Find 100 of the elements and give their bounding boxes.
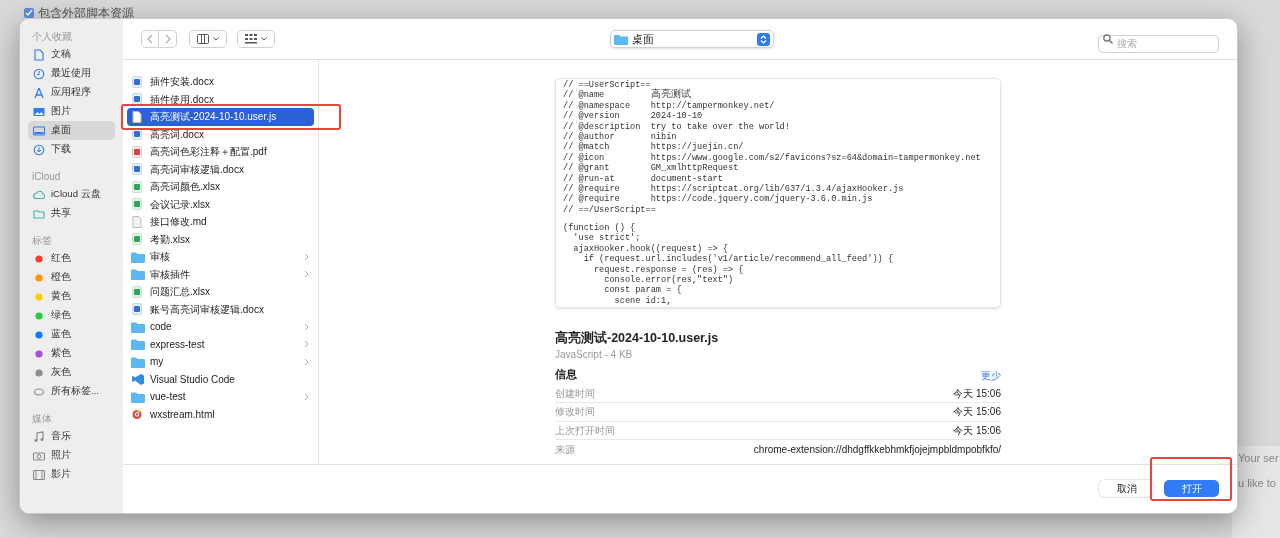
sidebar-item[interactable]: 所有标签...	[28, 382, 115, 401]
file-row[interactable]: 高亮词色彩注释＋配置.pdf	[127, 143, 314, 161]
tags-icon	[33, 385, 45, 398]
sidebar-item[interactable]: 最近使用	[28, 64, 115, 83]
info-value: 今天 15:06	[953, 386, 1001, 401]
info-value: 今天 15:06	[953, 423, 1001, 438]
section-heading: 媒体	[31, 412, 53, 426]
file-row[interactable]: 考勤.xlsx	[127, 230, 314, 248]
clock-icon	[33, 67, 45, 80]
sidebar-item[interactable]: 共享	[28, 204, 115, 223]
folder-icon	[131, 355, 145, 368]
file-row[interactable]: 高亮测试-2024-10-10.user.js	[127, 108, 314, 126]
back-button[interactable]	[141, 30, 159, 48]
chevron-right-icon	[164, 34, 171, 44]
cloud-icon	[33, 188, 45, 201]
file-row[interactable]: 会议记录.xlsx	[127, 195, 314, 213]
file-row[interactable]: 高亮词颜色.xlsx	[127, 178, 314, 196]
sidebar-item[interactable]: 黄色	[28, 287, 115, 306]
file-row[interactable]: code	[127, 318, 314, 336]
sidebar-item[interactable]: 照片	[28, 446, 115, 465]
info-label: 创建时间	[555, 386, 595, 401]
columns-icon	[197, 34, 209, 44]
code-line: ajaxHooker.hook((request) => {	[572, 243, 730, 254]
tag-dot-icon	[33, 328, 45, 341]
file-name: 高亮测试-2024-10-10.user.js	[555, 330, 720, 346]
file-row[interactable]: 审核	[127, 248, 314, 266]
sidebar-item[interactable]: 文稿	[28, 45, 115, 64]
location-popup[interactable]: 桌面	[609, 30, 774, 48]
group-button[interactable]	[237, 30, 275, 48]
code-line: (function () {	[563, 223, 636, 234]
checkbox[interactable]	[24, 8, 34, 18]
section-heading: 个人收藏	[31, 30, 73, 44]
file-row[interactable]: wxstream.html	[127, 405, 314, 423]
file-row[interactable]: 高亮词审核逻辑.docx	[127, 160, 314, 178]
folder-icon	[613, 33, 628, 45]
file-row[interactable]: express-test	[127, 335, 314, 353]
word-document-icon	[131, 163, 145, 176]
file-row[interactable]: 接口修改.md	[127, 213, 314, 231]
pdf-document-icon	[131, 145, 145, 158]
word-document-icon	[131, 75, 145, 88]
folder-icon	[131, 320, 145, 333]
spreadsheet-icon	[131, 285, 145, 298]
file-row[interactable]: 插件安装.docx	[127, 73, 314, 91]
file-row[interactable]: Visual Studio Code	[127, 370, 314, 388]
code-line: // @icon https://www.google.com/s2/favicons?sz=64&domain=tampermonkey.net	[563, 152, 982, 163]
tag-dot-icon	[33, 271, 45, 284]
open-button[interactable]: 打开	[1164, 479, 1219, 497]
word-document-icon	[131, 303, 145, 316]
sidebar-item[interactable]: 蓝色	[28, 325, 115, 344]
search-field[interactable]: 搜索	[1098, 34, 1219, 53]
code-line: // @version 2024-10-10	[563, 111, 704, 122]
sidebar-item[interactable]: 橙色	[28, 268, 115, 287]
film-icon	[33, 468, 45, 481]
file-row[interactable]: 插件使用.docx	[127, 90, 314, 108]
chevron-left-icon	[147, 34, 153, 44]
search-icon	[1103, 34, 1113, 44]
caret-icon	[213, 37, 219, 41]
code-line: // @require https://scriptcat.org/lib/637/1.3.4/ajaxHooker.js	[563, 183, 905, 194]
check-icon	[25, 9, 33, 17]
checkbox-label: 包含外部脚本资源	[38, 5, 134, 22]
sidebar-item[interactable]: 影片	[28, 465, 115, 484]
show-less-link[interactable]: 更少	[981, 367, 1001, 383]
tag-dot-icon	[33, 252, 45, 265]
caret-icon	[261, 37, 267, 41]
sidebar-item[interactable]: 音乐	[28, 427, 115, 446]
file-row[interactable]: 高亮词.docx	[127, 125, 314, 143]
sidebar-item[interactable]: 绿色	[28, 306, 115, 325]
file-row[interactable]: 问题汇总.xlsx	[127, 283, 314, 301]
tag-dot-icon	[33, 290, 45, 303]
file-row[interactable]: 审核插件	[127, 265, 314, 283]
sidebar-item[interactable]: 桌面	[28, 121, 115, 140]
document-icon	[131, 110, 145, 123]
file-row[interactable]: vue-test	[127, 388, 314, 406]
code-line: // ==UserScript==	[563, 80, 652, 90]
sidebar-item[interactable]: 灰色	[28, 363, 115, 382]
grid-icon	[245, 34, 257, 44]
word-document-icon	[131, 128, 145, 141]
folder-icon	[131, 250, 145, 263]
tag-dot-icon	[33, 309, 45, 322]
tag-dot-icon	[33, 347, 45, 360]
file-row[interactable]: 账号高亮词审核逻辑.docx	[127, 300, 314, 318]
background-text: u like to	[1238, 475, 1277, 491]
sidebar-item[interactable]: 紫色	[28, 344, 115, 363]
sidebar-item[interactable]: 下载	[28, 140, 115, 159]
download-icon	[33, 143, 45, 156]
folder-icon	[131, 390, 145, 403]
forward-button[interactable]	[159, 30, 177, 48]
cancel-button[interactable]: 取消	[1099, 479, 1154, 497]
file-row[interactable]: my	[127, 353, 314, 371]
music-note-icon	[33, 430, 45, 443]
sidebar-item[interactable]: 图片	[28, 102, 115, 121]
code-line: // @grant GM_xmlhttpRequest	[563, 163, 740, 174]
sidebar-item[interactable]: 红色	[28, 249, 115, 268]
shared-folder-icon	[33, 207, 45, 220]
word-document-icon	[131, 93, 145, 106]
sidebar-item[interactable]: iCloud 云盘	[28, 185, 115, 204]
view-mode-button[interactable]	[189, 30, 227, 48]
sidebar-item[interactable]: 应用程序	[28, 83, 115, 102]
chevron-right-icon	[304, 392, 310, 401]
spreadsheet-icon	[131, 233, 145, 246]
